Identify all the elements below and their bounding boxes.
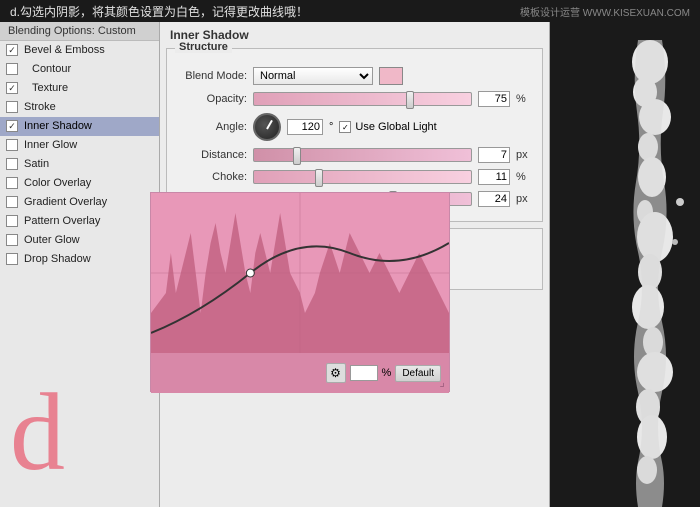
main-container: Blending Options: Custom Bevel & Emboss …: [0, 22, 700, 507]
blend-mode-label: Blend Mode:: [177, 70, 247, 82]
contour-checkbox[interactable]: [6, 63, 18, 75]
distance-label: Distance:: [177, 149, 247, 161]
distance-row: Distance: px: [177, 147, 532, 163]
opacity-unit: %: [516, 93, 532, 105]
choke-unit: %: [516, 171, 532, 183]
contour-editor-bottom: ⚙ % Default: [151, 353, 449, 393]
global-light-label: Use Global Light: [355, 121, 436, 133]
d-letter: d: [10, 377, 65, 487]
left-panel: Blending Options: Custom Bevel & Emboss …: [0, 22, 160, 507]
inner-shadow-label: Inner Shadow: [24, 120, 92, 132]
stroke-label: Stroke: [24, 101, 56, 113]
blending-options-header: Blending Options: Custom: [0, 22, 159, 41]
size-unit: px: [516, 193, 532, 205]
satin-checkbox[interactable]: [6, 158, 18, 170]
outer-glow-checkbox[interactable]: [6, 234, 18, 246]
choke-input[interactable]: [478, 169, 510, 185]
percent-input[interactable]: [350, 365, 378, 381]
middle-panel: Inner Shadow Structure Blend Mode: Norma…: [160, 22, 550, 507]
distance-unit: px: [516, 149, 532, 161]
distance-thumb[interactable]: [293, 147, 301, 165]
global-light-container: Use Global Light: [339, 121, 436, 133]
sidebar-item-texture[interactable]: Texture: [0, 79, 159, 98]
angle-dial[interactable]: [253, 113, 281, 141]
opacity-slider[interactable]: [253, 92, 472, 106]
degrees-symbol: °: [329, 121, 333, 133]
sidebar-item-inner-glow[interactable]: Inner Glow: [0, 136, 159, 155]
opacity-label: Opacity:: [177, 93, 247, 105]
instruction-text: d.勾选内阴影，将其颜色设置为白色，记得更改曲线哦！: [10, 3, 520, 20]
blend-mode-row: Blend Mode: Normal: [177, 67, 532, 85]
pattern-overlay-checkbox[interactable]: [6, 215, 18, 227]
inner-shadow-checkbox[interactable]: [6, 120, 18, 132]
watermark-text: 模板设计运营 WWW.KISEXUAN.COM: [520, 4, 690, 19]
choke-row: Choke: %: [177, 169, 532, 185]
contour-editor-canvas[interactable]: [151, 193, 449, 353]
percent-row: %: [350, 365, 392, 381]
drop-shadow-label: Drop Shadow: [24, 253, 91, 265]
pattern-overlay-label: Pattern Overlay: [24, 215, 100, 227]
default-button[interactable]: Default: [395, 365, 441, 382]
angle-row: Angle: ° Use Global Light: [177, 113, 532, 141]
right-panel: [550, 22, 700, 507]
choke-slider[interactable]: [253, 170, 472, 184]
satin-label: Satin: [24, 158, 49, 170]
choke-thumb[interactable]: [315, 169, 323, 187]
contour-editor-overlay: ⚙ % Default ⌟: [150, 192, 450, 392]
inner-glow-label: Inner Glow: [24, 139, 77, 151]
sidebar-item-pattern-overlay[interactable]: Pattern Overlay: [0, 212, 159, 231]
color-swatch[interactable]: [379, 67, 403, 85]
stroke-checkbox[interactable]: [6, 101, 18, 113]
choke-label: Choke:: [177, 171, 247, 183]
percent-sign: %: [382, 367, 392, 379]
contour-gear-button[interactable]: ⚙: [326, 363, 346, 383]
outer-glow-label: Outer Glow: [24, 234, 80, 246]
resize-handle[interactable]: ⌟: [439, 375, 445, 389]
gear-icon: ⚙: [330, 366, 341, 380]
sidebar-item-stroke[interactable]: Stroke: [0, 98, 159, 117]
sidebar-item-inner-shadow[interactable]: Inner Shadow: [0, 117, 159, 136]
gradient-overlay-checkbox[interactable]: [6, 196, 18, 208]
sidebar-item-satin[interactable]: Satin: [0, 155, 159, 174]
inner-shadow-title: Inner Shadow: [166, 28, 543, 42]
bevel-emboss-checkbox[interactable]: [6, 44, 18, 56]
sidebar-item-drop-shadow[interactable]: Drop Shadow: [0, 250, 159, 269]
contour-svg: [151, 193, 449, 353]
drop-shadow-checkbox[interactable]: [6, 253, 18, 265]
texture-checkbox[interactable]: [6, 82, 18, 94]
opacity-row: Opacity: %: [177, 91, 532, 107]
structure-title: Structure: [175, 41, 232, 53]
contour-label: Contour: [32, 63, 71, 75]
global-light-checkbox[interactable]: [339, 121, 351, 133]
distance-slider[interactable]: [253, 148, 472, 162]
color-overlay-label: Color Overlay: [24, 177, 91, 189]
color-overlay-checkbox[interactable]: [6, 177, 18, 189]
texture-label: Texture: [32, 82, 68, 94]
opacity-thumb[interactable]: [406, 91, 414, 109]
sidebar-item-gradient-overlay[interactable]: Gradient Overlay: [0, 193, 159, 212]
inner-glow-checkbox[interactable]: [6, 139, 18, 151]
distance-input[interactable]: [478, 147, 510, 163]
blob-svg: [550, 22, 700, 507]
gradient-overlay-label: Gradient Overlay: [24, 196, 107, 208]
bevel-emboss-label: Bevel & Emboss: [24, 44, 105, 56]
top-bar: d.勾选内阴影，将其颜色设置为白色，记得更改曲线哦！ 模板设计运营 WWW.KI…: [0, 0, 700, 22]
sidebar-item-contour[interactable]: Contour: [0, 60, 159, 79]
opacity-input[interactable]: [478, 91, 510, 107]
angle-input[interactable]: [287, 119, 323, 135]
blend-mode-select[interactable]: Normal: [253, 67, 373, 85]
sidebar-item-bevel-emboss[interactable]: Bevel & Emboss: [0, 41, 159, 60]
size-input[interactable]: [478, 191, 510, 207]
sidebar-item-color-overlay[interactable]: Color Overlay: [0, 174, 159, 193]
sidebar-item-outer-glow[interactable]: Outer Glow: [0, 231, 159, 250]
angle-label: Angle:: [177, 121, 247, 133]
